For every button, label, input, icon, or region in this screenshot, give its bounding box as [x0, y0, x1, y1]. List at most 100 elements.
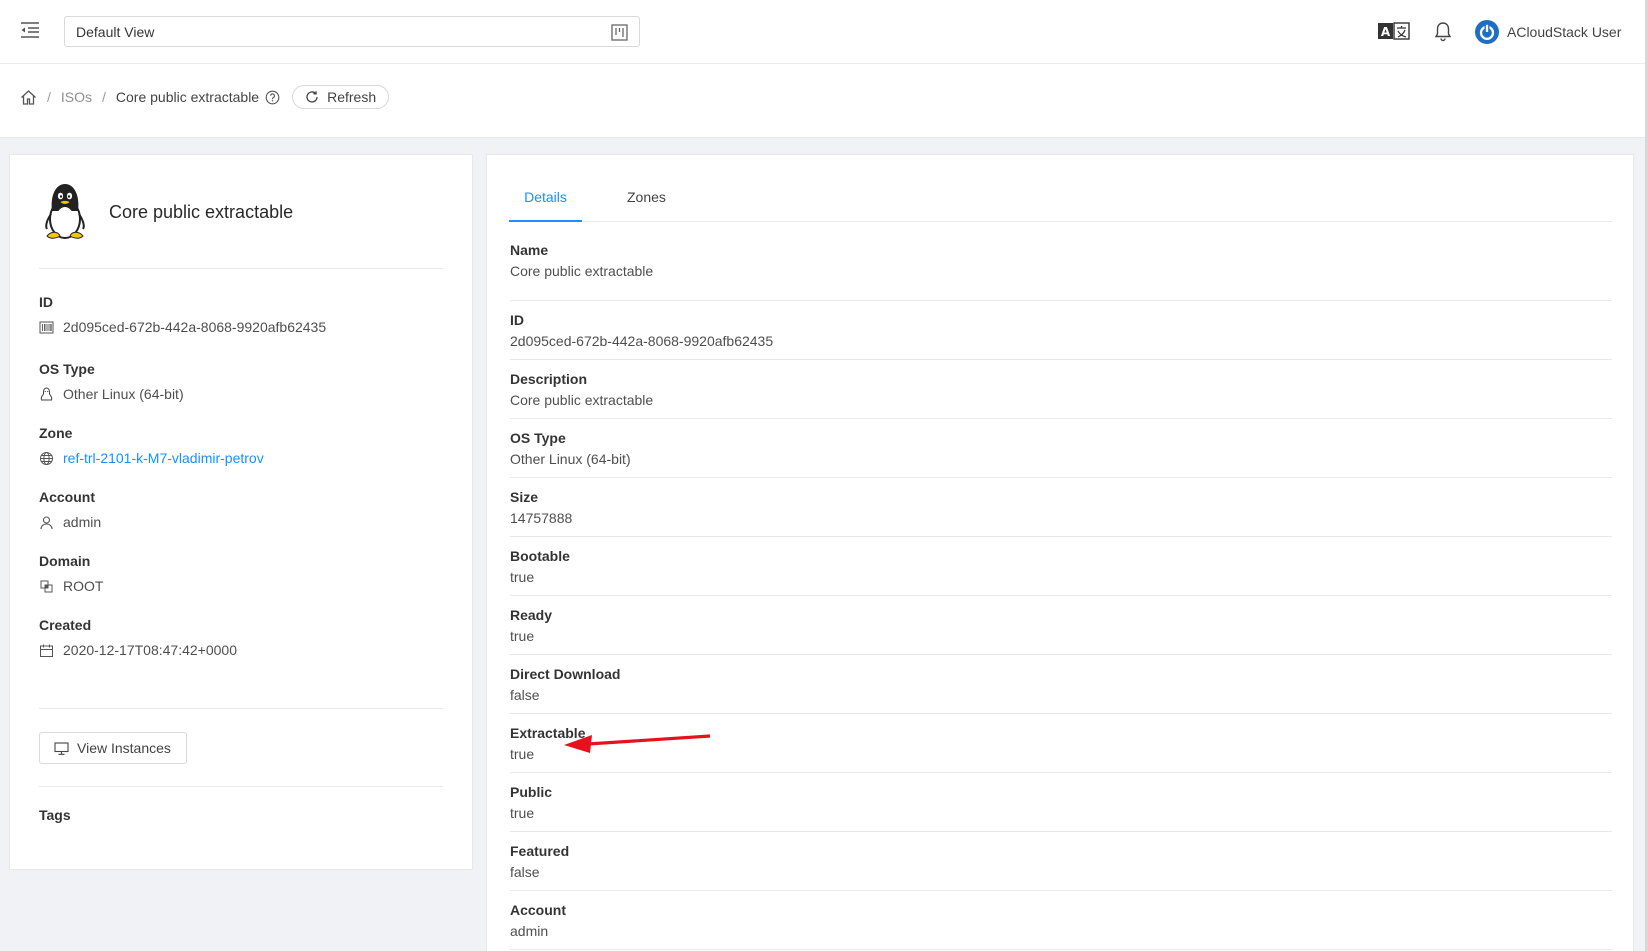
- breadcrumb-bar: / ISOs / Core public extractable Refresh: [0, 64, 1648, 138]
- detail-key: Size: [510, 489, 539, 505]
- view-select-value: Default View: [76, 24, 155, 40]
- refresh-label: Refresh: [327, 89, 377, 105]
- resource-title: Core public extractable: [109, 201, 294, 222]
- desktop-icon: [54, 741, 69, 755]
- tab-details[interactable]: Details: [509, 185, 582, 222]
- field-value: 2d095ced-672b-442a-8068-9920afb62435: [39, 319, 326, 335]
- project-icon: [611, 24, 628, 41]
- detail-row-os-type: OS Type Other Linux (64-bit): [510, 419, 1612, 478]
- detail-row-name: Name Core public extractable: [510, 242, 1612, 301]
- breadcrumb-separator: /: [102, 89, 106, 105]
- breadcrumb-isos-link[interactable]: ISOs: [61, 89, 92, 105]
- detail-value: true: [510, 569, 535, 585]
- field-id-value: 2d095ced-672b-442a-8068-9920afb62435: [63, 319, 327, 335]
- field-os-type-value: Other Linux (64-bit): [63, 386, 184, 402]
- annotation-arrow: [564, 734, 711, 753]
- refresh-button[interactable]: Refresh: [292, 85, 390, 109]
- field-domain: Domain ROOT: [39, 553, 103, 594]
- divider: [39, 708, 443, 709]
- divider: [39, 786, 443, 787]
- linux-penguin-icon: [39, 181, 91, 243]
- detail-row-public: Public true: [510, 773, 1612, 832]
- field-os-type: OS Type Other Linux (64-bit): [39, 361, 184, 402]
- view-instances-button[interactable]: View Instances: [39, 732, 187, 764]
- field-created-value: 2020-12-17T08:47:42+0000: [63, 642, 237, 658]
- field-value: Other Linux (64-bit): [39, 386, 184, 402]
- field-zone: Zone ref-trl-2101-k-M7-vladimir-petrov: [39, 425, 264, 466]
- detail-row-id: ID 2d095ced-672b-442a-8068-9920afb62435: [510, 301, 1612, 360]
- breadcrumb: / ISOs / Core public extractable Refresh: [20, 85, 390, 109]
- detail-key: Description: [510, 371, 588, 387]
- divider: [39, 268, 443, 269]
- tags-label: Tags: [39, 807, 71, 823]
- tab-zones[interactable]: Zones: [627, 185, 675, 222]
- detail-value: false: [510, 864, 540, 880]
- bell-icon[interactable]: [1434, 21, 1452, 42]
- detail-value: Core public extractable: [510, 392, 654, 408]
- field-label: ID: [39, 294, 53, 310]
- globe-icon: [40, 451, 53, 465]
- field-value: ref-trl-2101-k-M7-vladimir-petrov: [39, 450, 264, 466]
- detail-value: 2d095ced-672b-442a-8068-9920afb62435: [510, 333, 774, 349]
- field-value: ROOT: [39, 578, 103, 594]
- field-label: Domain: [39, 553, 91, 569]
- svg-text:A: A: [1381, 25, 1391, 39]
- field-label: Created: [39, 617, 92, 633]
- home-icon[interactable]: [20, 89, 37, 106]
- field-label: OS Type: [39, 361, 95, 377]
- field-label: Zone: [39, 425, 73, 441]
- detail-key: Featured: [510, 843, 570, 859]
- user-menu[interactable]: ACloudStack User: [1475, 19, 1621, 45]
- detail-key: Name: [510, 242, 549, 258]
- user-name: ACloudStack User: [1507, 24, 1622, 40]
- detail-row-featured: Featured false: [510, 832, 1612, 891]
- detail-key: Bootable: [510, 548, 570, 564]
- detail-row-ready: Ready true: [510, 596, 1612, 655]
- resource-header: Core public extractable: [39, 181, 293, 243]
- tab-bar: Details Zones: [509, 185, 1612, 222]
- detail-value: Core public extractable: [510, 263, 654, 279]
- detail-key: Account: [510, 902, 566, 918]
- user-icon: [40, 515, 53, 529]
- detail-row-direct-download: Direct Download false: [510, 655, 1612, 714]
- question-circle-icon[interactable]: [265, 90, 280, 105]
- detail-key: Ready: [510, 607, 553, 623]
- project-view-select[interactable]: Default View: [64, 16, 640, 47]
- details-list: Name Core public extractable ID 2d095ced…: [510, 242, 1612, 950]
- power-avatar-icon: [1475, 20, 1499, 44]
- detail-value: true: [510, 628, 535, 644]
- detail-value: true: [510, 805, 535, 821]
- detail-row-description: Description Core public extractable: [510, 360, 1612, 419]
- linux-icon: [40, 386, 53, 400]
- field-created: Created 2020-12-17T08:47:42+0000: [39, 617, 237, 658]
- field-account: Account admin: [39, 489, 101, 530]
- breadcrumb-separator: /: [47, 89, 51, 105]
- translate-icon[interactable]: A: [1378, 22, 1410, 40]
- field-label: Account: [39, 489, 95, 505]
- menu-fold-icon[interactable]: [20, 20, 40, 40]
- detail-key: Public: [510, 784, 553, 800]
- detail-row-account: Account admin: [510, 891, 1612, 950]
- field-account-value: admin: [63, 514, 102, 530]
- view-instances-label: View Instances: [77, 740, 171, 756]
- barcode-icon: [39, 321, 54, 333]
- detail-value: admin: [510, 923, 549, 939]
- reload-icon: [306, 91, 318, 103]
- field-value: admin: [39, 514, 101, 530]
- detail-value: false: [510, 687, 540, 703]
- detail-value: Other Linux (64-bit): [510, 451, 631, 467]
- detail-row-bootable: Bootable true: [510, 537, 1612, 596]
- detail-key: OS Type: [510, 430, 566, 446]
- detail-value: 14757888: [510, 510, 573, 526]
- detail-row-size: Size 14757888: [510, 478, 1612, 537]
- detail-key: Direct Download: [510, 666, 621, 682]
- breadcrumb-current: Core public extractable: [115, 89, 260, 105]
- field-domain-value: ROOT: [63, 578, 104, 594]
- details-card: Details Zones Name Core public extractab…: [486, 154, 1634, 951]
- resource-summary-card: Core public extractable ID 2d095ced-672b…: [9, 154, 473, 870]
- detail-key: ID: [510, 312, 524, 328]
- field-value: 2020-12-17T08:47:42+0000: [39, 642, 237, 658]
- zone-link[interactable]: ref-trl-2101-k-M7-vladimir-petrov: [63, 450, 264, 466]
- calendar-icon: [40, 644, 53, 657]
- top-header: Default View A ACloudStack User: [0, 0, 1648, 64]
